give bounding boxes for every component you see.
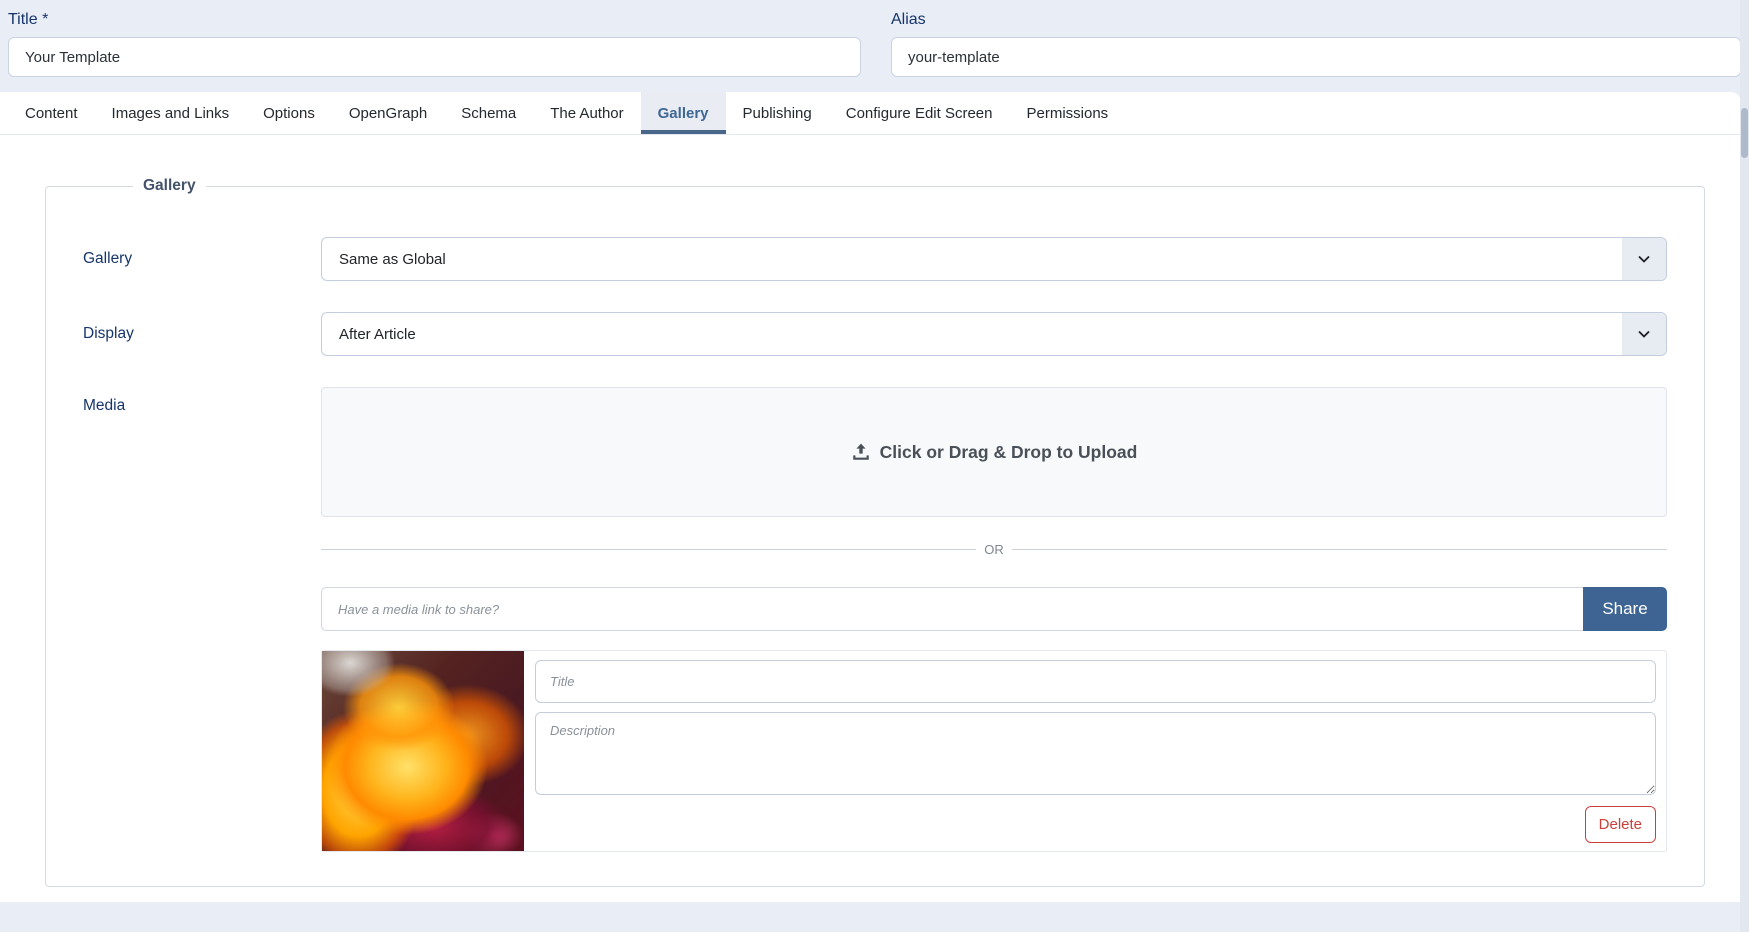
upload-text: Click or Drag & Drop to Upload [880,442,1138,463]
gallery-select[interactable]: Same as Global [321,237,1667,281]
title-input[interactable] [8,37,861,77]
tab-the-author[interactable]: The Author [533,92,640,134]
header-fields: Title * Alias [0,0,1749,77]
gallery-fieldset-legend: Gallery [133,177,206,195]
share-row: Share [321,587,1667,631]
tab-permissions[interactable]: Permissions [1009,92,1125,134]
display-select[interactable]: After Article [321,312,1667,356]
scrollbar-thumb[interactable] [1741,108,1748,158]
tab-images-and-links[interactable]: Images and Links [95,92,247,134]
tab-gallery[interactable]: Gallery [641,92,726,134]
upload-dropzone[interactable]: Click or Drag & Drop to Upload [321,387,1667,517]
media-link-input[interactable] [321,587,1583,631]
display-select-row: Display After Article [83,312,1667,356]
media-description-textarea[interactable] [535,712,1656,795]
media-item-card: Delete [321,650,1667,852]
gallery-select-value: Same as Global [339,251,446,268]
content-panel: Content Images and Links Options OpenGra… [0,92,1741,902]
delete-button[interactable]: Delete [1585,806,1656,843]
tab-options[interactable]: Options [246,92,332,134]
alias-label: Alias [891,10,1741,30]
media-label: Media [83,387,321,415]
media-title-input[interactable] [535,660,1656,703]
alias-field-group: Alias [891,10,1741,77]
tab-publishing[interactable]: Publishing [726,92,829,134]
gallery-fieldset: Gallery Gallery Same as Global Display [45,177,1705,887]
tab-schema[interactable]: Schema [444,92,533,134]
alias-input[interactable] [891,37,1741,77]
upload-icon [851,442,871,462]
tab-opengraph[interactable]: OpenGraph [332,92,444,134]
media-item-fields: Delete [524,651,1666,851]
title-label: Title * [8,10,861,30]
display-select-label: Display [83,325,321,343]
media-row: Media Click or Drag & Drop to Upload OR [83,387,1667,852]
or-divider: OR [321,542,1667,557]
title-field-group: Title * [8,10,861,77]
share-button[interactable]: Share [1583,587,1667,631]
tab-bar: Content Images and Links Options OpenGra… [0,92,1741,135]
gallery-select-row: Gallery Same as Global [83,237,1667,281]
tab-configure-edit-screen[interactable]: Configure Edit Screen [829,92,1010,134]
gallery-select-label: Gallery [83,250,321,268]
media-thumbnail-image [322,651,524,851]
chevron-down-icon [1622,313,1666,355]
delete-row: Delete [535,806,1656,843]
scrollbar[interactable] [1740,0,1749,932]
display-select-value: After Article [339,326,416,343]
chevron-down-icon [1622,238,1666,280]
or-text: OR [976,542,1012,557]
tab-content[interactable]: Content [8,92,95,134]
